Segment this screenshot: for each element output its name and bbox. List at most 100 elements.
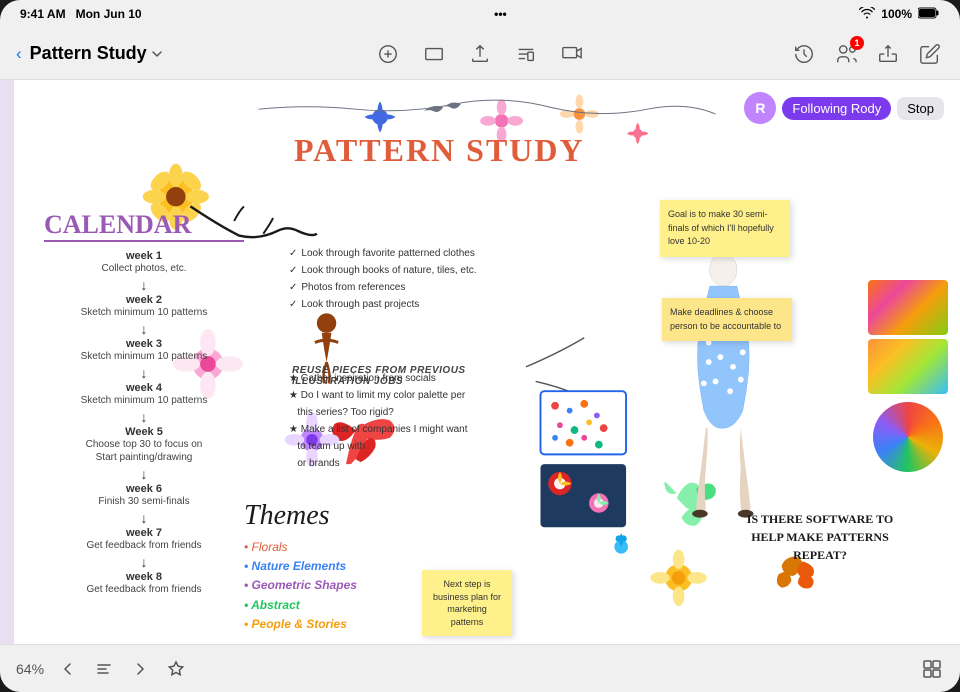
week-2: week 2 Sketch minimum 10 patterns xyxy=(44,294,244,319)
battery-icon xyxy=(918,7,940,22)
sticky-deadline-text: Make deadlines & choose person to be acc… xyxy=(670,307,781,331)
week-4-label: week 4 xyxy=(44,382,244,394)
arrow-7: ↓ xyxy=(44,554,244,570)
week-2-desc: Sketch minimum 10 patterns xyxy=(44,306,244,319)
share-icon[interactable] xyxy=(874,40,902,68)
week-5-desc: Choose top 30 to focus onStart painting/… xyxy=(44,438,244,464)
arrow-5: ↓ xyxy=(44,466,244,482)
calendar-section: CALENDAR week 1 Collect photos, etc. ↓ w… xyxy=(44,210,244,598)
theme-5: • People & Stories xyxy=(244,615,424,634)
week-6: week 6 Finish 30 semi-finals xyxy=(44,483,244,508)
canvas-area[interactable]: R Following Rody Stop xyxy=(14,80,960,644)
week-4: week 4 Sketch minimum 10 patterns xyxy=(44,382,244,407)
history-icon[interactable] xyxy=(790,40,818,68)
week-4-desc: Sketch minimum 10 patterns xyxy=(44,394,244,407)
pattern-study-title: PATTERN STUDY xyxy=(294,132,585,169)
week-7: week 7 Get feedback from friends xyxy=(44,527,244,552)
theme-2: • Nature Elements xyxy=(244,557,424,576)
middle-note-3: ★ Make a list of companies I might want … xyxy=(289,421,509,455)
ipad-frame: 9:41 AM Mon Jun 10 ••• 100% xyxy=(0,0,960,692)
text-format-icon[interactable] xyxy=(512,40,540,68)
note-3: ✓ Photos from references xyxy=(289,279,509,296)
following-label: Following Rody xyxy=(782,97,891,120)
rectangle-tool-icon[interactable] xyxy=(420,40,448,68)
document-title: Pattern Study xyxy=(30,43,163,64)
right-question: Is there software to help make patterns … xyxy=(740,510,900,564)
outline-view-button[interactable] xyxy=(92,657,116,681)
color-swatches xyxy=(868,280,948,472)
markup-tool-icon[interactable] xyxy=(374,40,402,68)
status-dots: ••• xyxy=(494,7,507,21)
upload-icon[interactable] xyxy=(466,40,494,68)
note-1: ✓ Look through favorite patterned clothe… xyxy=(289,245,509,262)
week-3-label: week 3 xyxy=(44,338,244,350)
main-toolbar: ‹ Pattern Study xyxy=(0,28,960,80)
right-question-text: Is there software to help make patterns … xyxy=(747,512,893,562)
ps-title-text: PATTERN STUDY xyxy=(294,132,585,168)
collaborator-icon[interactable]: 1 xyxy=(832,40,860,68)
arrow-6: ↓ xyxy=(44,510,244,526)
following-avatar: R xyxy=(744,92,776,124)
week-1: week 1 Collect photos, etc. xyxy=(44,250,244,275)
calendar-title: CALENDAR xyxy=(44,210,244,242)
bottom-toolbar: 64% xyxy=(0,644,960,692)
zoom-label: 64% xyxy=(16,661,44,677)
middle-note-2: ★ Do I want to limit my color palette pe… xyxy=(289,387,509,421)
sticky-goal-text: Goal is to make 30 semi-finals of which … xyxy=(668,209,774,246)
arrow-4: ↓ xyxy=(44,409,244,425)
sticky-deadline-note: Make deadlines & choose person to be acc… xyxy=(662,298,792,341)
swatch-3 xyxy=(873,402,943,472)
left-sidebar xyxy=(0,80,14,644)
week-7-label: week 7 xyxy=(44,527,244,539)
themes-section: Themes • Florals • Nature Elements • Geo… xyxy=(244,500,424,634)
week-1-label: week 1 xyxy=(44,250,244,262)
time-display: 9:41 AM xyxy=(20,7,66,21)
arrow-3: ↓ xyxy=(44,365,244,381)
week-8: week 8 Get feedback from friends xyxy=(44,571,244,596)
edit-icon[interactable] xyxy=(916,40,944,68)
arrow-2: ↓ xyxy=(44,321,244,337)
middle-notes-section: ★ Gather inspiration from socials ★ Do I… xyxy=(289,370,509,472)
swatch-2 xyxy=(868,339,948,394)
middle-note-1: ★ Gather inspiration from socials xyxy=(289,370,509,387)
week-5-label: Week 5 xyxy=(44,426,244,438)
note-4: ✓ Look through past projects xyxy=(289,296,509,313)
week-5: Week 5 Choose top 30 to focus onStart pa… xyxy=(44,426,244,464)
sticky-goal-note: Goal is to make 30 semi-finals of which … xyxy=(660,200,790,257)
date-display: Mon Jun 10 xyxy=(76,7,142,21)
business-note: Next step is business plan for marketing… xyxy=(422,570,512,636)
week-8-label: week 8 xyxy=(44,571,244,583)
week-3-desc: Sketch minimum 10 patterns xyxy=(44,350,244,363)
week-6-desc: Finish 30 semi-finals xyxy=(44,495,244,508)
star-button[interactable] xyxy=(164,657,188,681)
theme-3: • Geometric Shapes xyxy=(244,576,424,595)
grid-view-button[interactable] xyxy=(920,657,944,681)
week-6-label: week 6 xyxy=(44,483,244,495)
note-2: ✓ Look through books of nature, tiles, e… xyxy=(289,262,509,279)
biz-note-text: Next step is business plan for marketing… xyxy=(433,579,501,627)
main-area: R Following Rody Stop xyxy=(0,80,960,644)
following-badge: R Following Rody Stop xyxy=(744,92,944,124)
doc-title-text: Pattern Study xyxy=(30,43,147,64)
week-2-label: week 2 xyxy=(44,294,244,306)
prev-page-button[interactable] xyxy=(56,657,80,681)
back-button[interactable]: ‹ xyxy=(16,44,22,64)
week-3: week 3 Sketch minimum 10 patterns xyxy=(44,338,244,363)
battery-display: 100% xyxy=(881,7,912,21)
arrow-1: ↓ xyxy=(44,277,244,293)
wifi-icon xyxy=(859,7,875,22)
theme-1: • Florals xyxy=(244,538,424,557)
swatch-1 xyxy=(868,280,948,335)
bullet-notes-section: ✓ Look through favorite patterned clothe… xyxy=(289,245,509,313)
theme-4: • Abstract xyxy=(244,596,424,615)
middle-note-4: or brands xyxy=(289,455,509,472)
week-8-desc: Get feedback from friends xyxy=(44,583,244,596)
next-page-button[interactable] xyxy=(128,657,152,681)
chevron-down-icon[interactable] xyxy=(151,48,163,60)
media-icon[interactable] xyxy=(558,40,586,68)
week-1-desc: Collect photos, etc. xyxy=(44,262,244,275)
stop-button[interactable]: Stop xyxy=(897,97,944,120)
themes-title: Themes xyxy=(244,500,424,532)
collaborator-count: 1 xyxy=(850,36,864,50)
week-7-desc: Get feedback from friends xyxy=(44,539,244,552)
